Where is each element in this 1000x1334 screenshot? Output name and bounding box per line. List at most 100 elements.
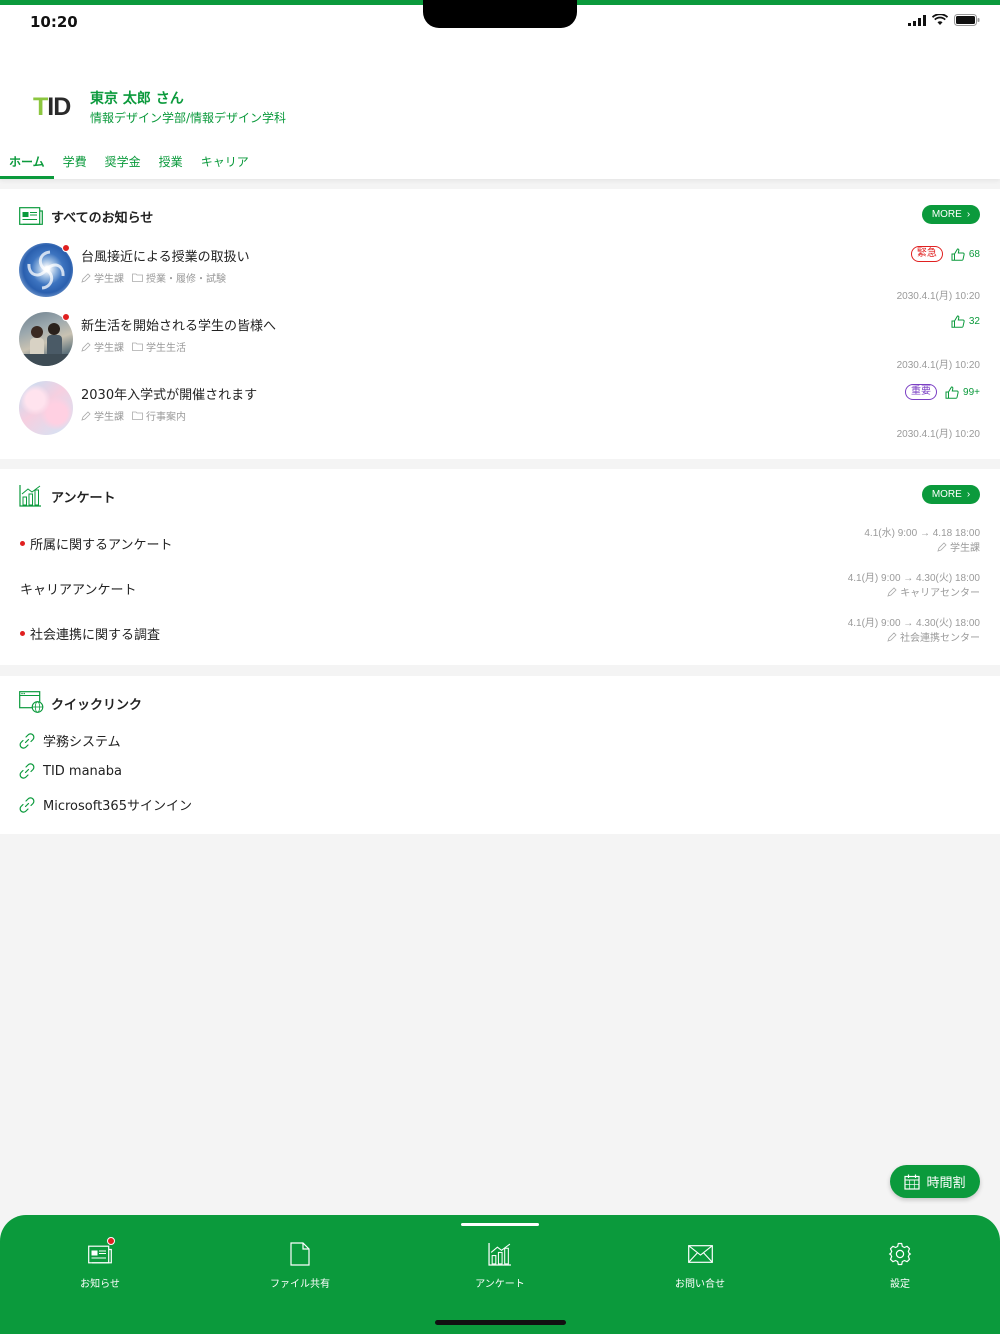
- notice-right: 緊急 68: [910, 246, 980, 262]
- nav-icon-wrap: [40, 1237, 160, 1269]
- like-button[interactable]: 99+: [945, 385, 980, 399]
- nav-icon-wrap: [240, 1239, 360, 1269]
- thumbs-up-icon: [945, 385, 959, 399]
- survey-owner-name: キャリアセンター: [900, 588, 980, 599]
- survey-item[interactable]: キャリアアンケート 4.1(月) 9:00 → 4.30(火) 18:00 キャ…: [0, 569, 1000, 609]
- notice-category: 学生生活: [146, 343, 186, 354]
- nav-label: お問い合せ: [675, 1279, 725, 1290]
- notice-meta: 学生課 学生生活: [81, 339, 186, 354]
- notices-title: すべてのお知らせ: [51, 211, 154, 226]
- tab-classes[interactable]: 授業: [150, 149, 192, 179]
- file-icon: [290, 1242, 310, 1266]
- pencil-icon: [887, 586, 897, 597]
- nav-contact[interactable]: お問い合せ: [640, 1239, 760, 1290]
- unread-dot: [20, 631, 25, 636]
- chevron-right-icon: ›: [966, 489, 971, 500]
- survey-owner: キャリアセンター: [887, 584, 980, 599]
- survey-item[interactable]: 所属に関するアンケート 4.1(水) 9:00 → 4.18 18:00 学生課: [0, 524, 1000, 564]
- notices-card: すべてのお知らせ MORE › 台風接近による授業の取扱い 学生課 授業・履修・試…: [0, 189, 1000, 459]
- notice-item[interactable]: 2030年入学式が開催されます 学生課 行事案内 重要 99+ 2030.4.1…: [0, 381, 1000, 450]
- notice-date: 2030.4.1(月) 10:20: [896, 429, 980, 440]
- survey-owner-name: 学生課: [950, 543, 980, 554]
- notice-thumbnail-sakura: [19, 381, 73, 435]
- tab-tuition[interactable]: 学費: [54, 149, 96, 179]
- notice-right: 32: [951, 315, 980, 328]
- bottom-nav: お知らせ ファイル共有 アンケート お問い合せ 設定: [0, 1215, 1000, 1334]
- survey-period: 4.1(月) 9:00 → 4.30(火) 18:00: [847, 573, 980, 584]
- link-label: Microsoft365サインイン: [43, 799, 192, 814]
- survey-title: キャリアアンケート: [20, 583, 137, 598]
- notices-more-button[interactable]: MORE ›: [922, 205, 980, 224]
- notice-author: 学生課: [94, 343, 124, 354]
- calendar-icon: [904, 1174, 921, 1190]
- more-label: MORE: [931, 209, 962, 220]
- survey-title-row: 所属に関するアンケート: [20, 534, 172, 553]
- unread-dot: [62, 244, 70, 252]
- news-icon: [19, 207, 43, 225]
- header-tabs: ホーム 学費 奨学金 授業 キャリア: [0, 149, 258, 179]
- active-nav-indicator: [461, 1223, 539, 1226]
- notice-item[interactable]: 台風接近による授業の取扱い 学生課 授業・履修・試験 緊急 68 2030.4.…: [0, 243, 1000, 312]
- notice-right: 重要 99+: [905, 384, 980, 400]
- thumbs-up-icon: [951, 315, 965, 328]
- link-icon: [19, 732, 35, 749]
- link-microsoft365[interactable]: Microsoft365サインイン: [19, 795, 192, 814]
- notice-author: 学生課: [94, 274, 124, 285]
- notice-meta: 学生課 行事案内: [81, 408, 186, 423]
- nav-file-share[interactable]: ファイル共有: [240, 1239, 360, 1290]
- mail-icon: [687, 1245, 713, 1263]
- tid-logo: TID: [33, 93, 71, 121]
- notice-title: 新生活を開始される学生の皆様へ: [81, 319, 277, 334]
- quick-links-card: クイックリンク 学務システム TID manaba Microsoft365サイ…: [0, 676, 1000, 834]
- survey-owner: 社会連携センター: [887, 629, 980, 644]
- nav-icon-wrap: [440, 1239, 560, 1269]
- folder-icon: [132, 342, 143, 351]
- chart-icon: [488, 1243, 511, 1266]
- surveys-more-button[interactable]: MORE ›: [922, 485, 980, 504]
- timetable-button[interactable]: 時間割: [890, 1165, 980, 1198]
- battery-icon: [954, 14, 980, 26]
- link-label: 学務システム: [43, 735, 121, 750]
- important-badge: 重要: [905, 384, 938, 400]
- like-button[interactable]: 32: [951, 315, 980, 328]
- link-tid-manaba[interactable]: TID manaba: [19, 763, 122, 779]
- tab-career[interactable]: キャリア: [192, 149, 258, 179]
- timetable-label: 時間割: [926, 1176, 966, 1191]
- survey-item[interactable]: 社会連携に関する調査 4.1(月) 9:00 → 4.30(火) 18:00 社…: [0, 614, 1000, 654]
- quick-links-title: クイックリンク: [51, 698, 143, 713]
- home-indicator: [435, 1320, 566, 1325]
- survey-owner-name: 社会連携センター: [900, 633, 980, 644]
- news-icon: [88, 1245, 112, 1263]
- unread-dot: [20, 541, 25, 546]
- status-icons: [908, 14, 980, 26]
- survey-title-row: 社会連携に関する調査: [20, 624, 160, 643]
- notice-meta: 学生課 授業・履修・試験: [81, 270, 226, 285]
- survey-title: 所属に関するアンケート: [30, 538, 173, 553]
- surveys-title: アンケート: [51, 491, 116, 506]
- notice-category: 行事案内: [146, 412, 186, 423]
- nav-label: アンケート: [475, 1279, 525, 1290]
- survey-owner: 学生課: [937, 539, 980, 554]
- tab-scholarship[interactable]: 奨学金: [96, 149, 150, 179]
- gear-icon: [888, 1242, 912, 1266]
- survey-title-row: キャリアアンケート: [20, 579, 136, 598]
- link-academic-system[interactable]: 学務システム: [19, 731, 121, 750]
- nav-icon-wrap: [840, 1239, 960, 1269]
- pencil-icon: [81, 410, 91, 421]
- browser-globe-icon: [19, 691, 44, 713]
- pencil-icon: [81, 272, 91, 283]
- status-time: 10:20: [30, 13, 78, 31]
- notice-author: 学生課: [94, 412, 124, 423]
- like-count: 68: [968, 248, 980, 260]
- nav-settings[interactable]: 設定: [840, 1239, 960, 1290]
- link-icon: [19, 763, 35, 779]
- notice-date: 2030.4.1(月) 10:20: [896, 360, 980, 371]
- notice-date: 2030.4.1(月) 10:20: [896, 291, 980, 302]
- notice-item[interactable]: 新生活を開始される学生の皆様へ 学生課 学生生活 32 2030.4.1(月) …: [0, 312, 1000, 381]
- device-notch: [423, 0, 577, 28]
- like-button[interactable]: 68: [951, 247, 980, 261]
- nav-news[interactable]: お知らせ: [40, 1237, 160, 1290]
- chevron-right-icon: ›: [966, 209, 971, 220]
- tab-home[interactable]: ホーム: [0, 149, 54, 179]
- nav-survey[interactable]: アンケート: [440, 1239, 560, 1290]
